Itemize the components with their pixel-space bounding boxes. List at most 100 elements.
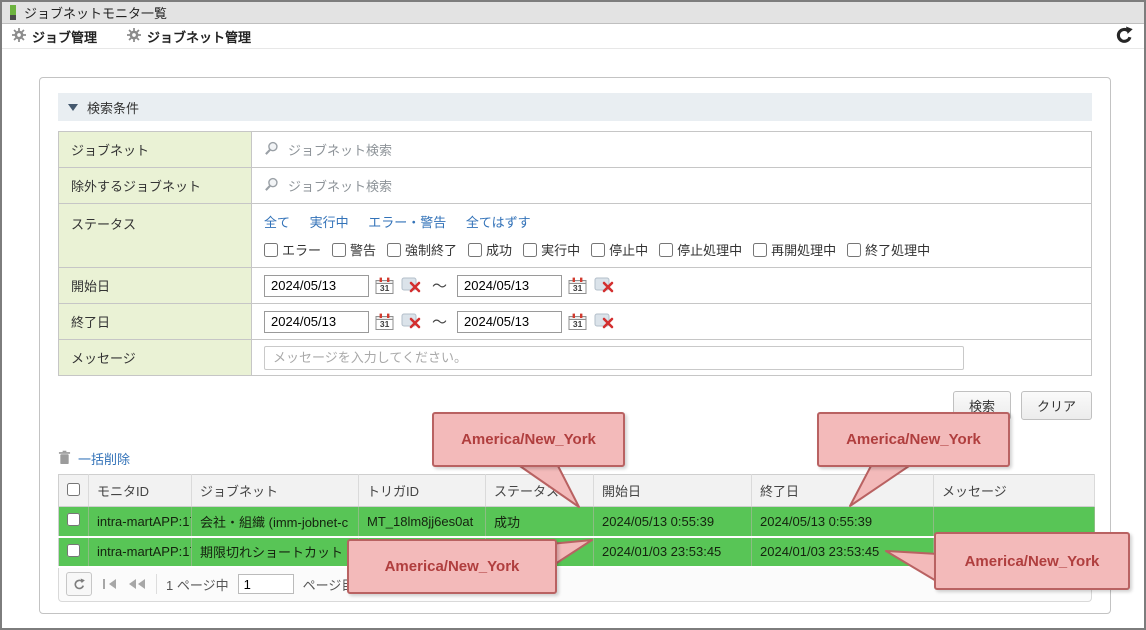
clear-button[interactable]: クリア <box>1021 391 1092 420</box>
bulk-delete-link[interactable]: 一括削除 <box>78 449 130 468</box>
gear-icon <box>127 28 141 45</box>
column-header-jobnet[interactable]: ジョブネット <box>192 475 359 507</box>
message-label: メッセージ <box>59 340 252 376</box>
status-checkbox-label: 終了処理中 <box>865 240 930 259</box>
search-row-status: ステータス 全て 実行中 エラー・警告 全てはずす エラー 警告 強制終了 成功… <box>59 204 1092 268</box>
status-label: ステータス <box>59 204 252 268</box>
date-range-separator: ～ <box>432 275 447 296</box>
calendar-icon[interactable]: 31 <box>375 277 395 295</box>
status-checkbox-label: 再開処理中 <box>771 240 836 259</box>
status-checkbox-warning[interactable] <box>332 243 346 257</box>
callout-tail <box>832 460 922 512</box>
start-date-from-input[interactable] <box>264 275 369 297</box>
timezone-callout: America/New_York <box>934 532 1130 590</box>
status-checkbox-forced-end[interactable] <box>387 243 401 257</box>
column-header-message[interactable]: メッセージ <box>934 475 1095 507</box>
nav-item-job-management[interactable]: ジョブ管理 <box>12 27 97 46</box>
row-checkbox[interactable] <box>67 544 80 557</box>
search-row-exclude-jobnet: 除外するジョブネット ジョブネット検索 <box>59 168 1092 204</box>
nav-bar: ジョブ管理 ジョブネット管理 <box>2 24 1144 49</box>
search-row-message: メッセージ <box>59 340 1092 376</box>
cell-trigger-id: MT_18lm8jj6es0at <box>359 507 486 537</box>
cell-jobnet: 会社・組織 (imm-jobnet-c <box>192 507 359 537</box>
nav-item-label: ジョブ管理 <box>32 27 97 46</box>
start-date-to-input[interactable] <box>457 275 562 297</box>
status-checkbox-resuming[interactable] <box>753 243 767 257</box>
end-date-to-input[interactable] <box>457 311 562 333</box>
title-bar-icon <box>10 5 16 20</box>
pager-prev-icon[interactable] <box>127 579 147 589</box>
status-link-clear-all[interactable]: 全てはずす <box>466 215 531 230</box>
exclude-jobnet-picker[interactable]: ジョブネット検索 <box>264 176 1079 195</box>
nav-item-jobnet-management[interactable]: ジョブネット管理 <box>127 27 251 46</box>
pager-refresh-icon[interactable] <box>66 572 92 596</box>
status-checkbox-success[interactable] <box>468 243 482 257</box>
title-bar: ジョブネットモニタ一覧 <box>2 2 1144 24</box>
search-row-end-date: 終了日 31 <box>59 304 1092 340</box>
status-checkboxes: エラー 警告 強制終了 成功 実行中 停止中 停止処理中 再開処理中 終了処理中 <box>264 240 1079 259</box>
status-link-running[interactable]: 実行中 <box>310 215 349 230</box>
date-range-separator: ～ <box>432 311 447 332</box>
status-quick-links: 全て 実行中 エラー・警告 全てはずす <box>264 212 1079 231</box>
end-date-label: 終了日 <box>59 304 252 340</box>
row-checkbox[interactable] <box>67 513 80 526</box>
cell-start-date: 2024/05/13 0:55:39 <box>594 507 752 537</box>
svg-text:31: 31 <box>380 283 390 293</box>
status-checkbox-stopped[interactable] <box>591 243 605 257</box>
column-header-start-date[interactable]: 開始日 <box>594 475 752 507</box>
cell-jobnet: 期限切れショートカット <box>192 537 359 567</box>
start-date-label: 開始日 <box>59 268 252 304</box>
column-header-monitor-id[interactable]: モニタID <box>89 475 192 507</box>
cell-monitor-id: intra-martAPP:17 <box>89 537 192 567</box>
status-checkbox-label: 停止中 <box>609 240 648 259</box>
jobnet-label: ジョブネット <box>59 132 252 168</box>
cell-start-date: 2024/01/03 23:53:45 <box>594 537 752 567</box>
timezone-callout: America/New_York <box>817 412 1010 467</box>
pager-first-icon[interactable] <box>101 579 118 589</box>
search-conditions-toggle[interactable]: 検索条件 <box>58 93 1092 121</box>
search-row-start-date: 開始日 31 <box>59 268 1092 304</box>
svg-text:31: 31 <box>573 283 583 293</box>
svg-text:31: 31 <box>573 319 583 329</box>
trash-icon <box>58 450 71 468</box>
status-checkbox-label: エラー <box>282 240 321 259</box>
timezone-callout-text: America/New_York <box>965 553 1100 570</box>
chevron-down-icon <box>68 104 78 111</box>
page-title: ジョブネットモニタ一覧 <box>24 3 167 22</box>
select-all-checkbox[interactable] <box>67 483 80 496</box>
page-number-input[interactable] <box>238 574 294 594</box>
clear-date-icon[interactable] <box>401 313 422 330</box>
status-checkbox-label: 成功 <box>486 240 512 259</box>
nav-item-label: ジョブネット管理 <box>147 27 251 46</box>
clear-date-icon[interactable] <box>401 277 422 294</box>
status-checkbox-label: 実行中 <box>541 240 580 259</box>
status-checkbox-label: 強制終了 <box>405 240 457 259</box>
timezone-callout-text: America/New_York <box>385 558 520 575</box>
status-checkbox-error[interactable] <box>264 243 278 257</box>
status-checkbox-label: 警告 <box>350 240 376 259</box>
status-checkbox-label: 停止処理中 <box>677 240 742 259</box>
end-date-from-input[interactable] <box>264 311 369 333</box>
clear-date-icon[interactable] <box>594 313 615 330</box>
status-checkbox-stopping[interactable] <box>659 243 673 257</box>
cell-monitor-id: intra-martAPP:17 <box>89 507 192 537</box>
status-checkbox-ending[interactable] <box>847 243 861 257</box>
calendar-icon[interactable]: 31 <box>568 277 588 295</box>
search-conditions-title: 検索条件 <box>87 98 139 117</box>
search-icon <box>264 177 279 195</box>
clear-date-icon[interactable] <box>594 277 615 294</box>
search-form: ジョブネット ジョブネット検索 除外するジョブネット <box>58 131 1092 376</box>
status-link-error-warning[interactable]: エラー・警告 <box>368 215 446 230</box>
status-link-all[interactable]: 全て <box>264 215 290 230</box>
timezone-callout-text: America/New_York <box>846 431 981 448</box>
column-header-trigger-id[interactable]: トリガID <box>359 475 486 507</box>
calendar-icon[interactable]: 31 <box>375 313 395 331</box>
search-row-jobnet: ジョブネット ジョブネット検索 <box>59 132 1092 168</box>
refresh-icon[interactable] <box>1115 26 1134 48</box>
message-input[interactable] <box>264 346 964 370</box>
jobnet-picker[interactable]: ジョブネット検索 <box>264 140 1079 159</box>
calendar-icon[interactable]: 31 <box>568 313 588 331</box>
timezone-callout: America/New_York <box>432 412 625 467</box>
search-icon <box>264 141 279 159</box>
status-checkbox-running[interactable] <box>523 243 537 257</box>
